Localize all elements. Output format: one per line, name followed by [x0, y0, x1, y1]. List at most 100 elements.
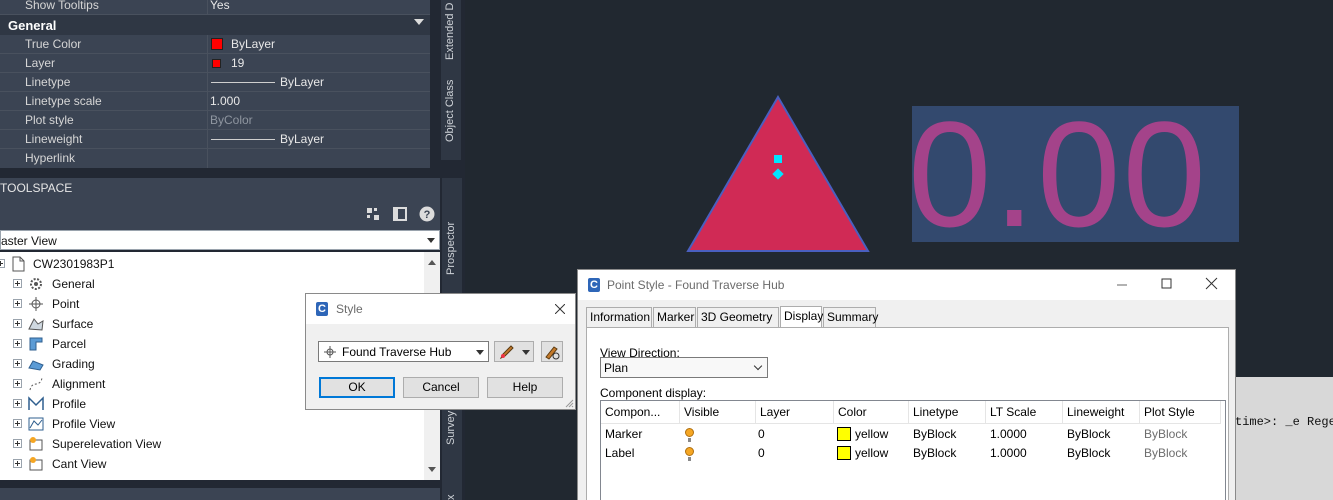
tab-label: Survey [445, 410, 457, 445]
expand-icon[interactable] [13, 359, 22, 368]
prop-row-hyperlink[interactable]: Hyperlink [0, 149, 430, 168]
expand-icon[interactable] [13, 319, 22, 328]
dialog-title-bar[interactable]: C Point Style - Found Traverse Hub [578, 270, 1235, 300]
cell-linetype[interactable]: ByBlock [909, 444, 956, 463]
close-icon[interactable] [1205, 277, 1219, 291]
column-header-lineweight[interactable]: Lineweight [1063, 401, 1140, 424]
cell-layer[interactable]: 0 [754, 425, 765, 444]
cell-linetype[interactable]: ByBlock [909, 425, 956, 444]
tree-item-superelevation-view[interactable]: Superelevation View [0, 434, 420, 454]
maximize-icon[interactable] [1160, 277, 1174, 291]
tab-label: Object Class [444, 79, 456, 142]
tab-information[interactable]: Information [586, 307, 652, 328]
color-swatch-icon[interactable] [837, 427, 851, 441]
prop-row-plot-style[interactable]: Plot style ByColor [0, 111, 430, 130]
column-header-plot-style[interactable]: Plot Style [1140, 401, 1221, 424]
prop-value: ByLayer [280, 132, 325, 146]
prop-row-linetype-scale[interactable]: Linetype scale 1.000 [0, 92, 430, 111]
toolspace-bottom-bar [0, 488, 440, 500]
pick-style-icon [545, 346, 560, 360]
list-view-icon[interactable] [393, 207, 407, 221]
help-button[interactable]: Help [487, 377, 563, 398]
cell-layer[interactable]: 0 [754, 444, 765, 463]
cancel-button[interactable]: Cancel [403, 377, 479, 398]
tab-object-class[interactable]: Object Class [441, 70, 461, 150]
cell-lineweight[interactable]: ByBlock [1063, 444, 1110, 463]
cell-color[interactable]: yellow [851, 425, 888, 444]
prop-value: 1.000 [210, 94, 241, 108]
toolspace-view-select[interactable]: aster View [0, 230, 440, 250]
prop-row-layer[interactable]: Layer 19 [0, 54, 430, 73]
display-tab-panel: View Direction: Plan Component display: … [586, 327, 1229, 500]
tree-item-cant-view[interactable]: Cant View [0, 454, 420, 474]
scroll-down-icon[interactable] [428, 467, 436, 472]
prop-row-true-color[interactable]: True Color ByLayer [0, 35, 430, 54]
linetype-line-icon [211, 82, 275, 83]
point-marker-triangle[interactable] [686, 95, 870, 253]
properties-side-tabs: Extended D Object Class [441, 0, 461, 160]
cell-color[interactable]: yellow [851, 444, 888, 463]
tree-item-profile-view[interactable]: Profile View [0, 414, 420, 434]
expand-icon[interactable] [13, 439, 22, 448]
expand-icon[interactable] [13, 419, 22, 428]
style-select[interactable]: Found Traverse Hub [318, 341, 489, 362]
close-icon[interactable] [555, 304, 565, 314]
expand-icon[interactable] [13, 279, 22, 288]
item-view-icon[interactable] [366, 207, 380, 221]
tab-summary[interactable]: Summary [823, 307, 878, 328]
prop-row-linetype[interactable]: Linetype ByLayer [0, 73, 430, 92]
expand-icon[interactable] [13, 339, 22, 348]
cell-plot-style[interactable]: ByBlock [1140, 425, 1187, 444]
chevron-down-icon[interactable] [414, 19, 424, 25]
cell-lt-scale[interactable]: 1.0000 [986, 425, 1027, 444]
expand-icon[interactable] [13, 299, 22, 308]
chevron-down-icon [476, 350, 484, 355]
help-icon[interactable]: ? [419, 206, 435, 222]
prop-row-show-tooltips[interactable]: Show Tooltips Yes [0, 0, 430, 15]
tab-extended-data[interactable]: Extended D [441, 0, 461, 62]
color-swatch-icon[interactable] [837, 446, 851, 460]
table-row[interactable]: Marker 0 yellow ByBlock 1.0000 ByBlock B… [601, 425, 1221, 444]
toolspace-title-bar[interactable]: TOOLSPACE [0, 178, 440, 198]
command-line[interactable]: time>: _e Regen [1235, 377, 1333, 500]
expand-icon[interactable] [13, 379, 22, 388]
scroll-up-icon[interactable] [428, 260, 436, 265]
cell-plot-style[interactable]: ByBlock [1140, 444, 1187, 463]
style-edit-dropdown-button[interactable] [494, 341, 534, 362]
prop-row-lineweight[interactable]: Lineweight ByLayer [0, 130, 430, 149]
tab-marker[interactable]: Marker [653, 307, 696, 328]
column-header-linetype[interactable]: Linetype [909, 401, 986, 424]
view-direction-select[interactable]: Plan [600, 357, 768, 378]
column-header-component[interactable]: Compon... [601, 401, 680, 424]
tree-item-general[interactable]: General [0, 274, 420, 294]
column-header-visible[interactable]: Visible [680, 401, 756, 424]
resize-grip-icon[interactable] [564, 398, 574, 408]
dialog-title-bar[interactable]: C Style [306, 294, 575, 324]
column-header-layer[interactable]: Layer [756, 401, 834, 424]
column-header-color[interactable]: Color [834, 401, 909, 424]
component-display-grid: Compon... Visible Layer Color Linetype L… [600, 400, 1226, 500]
grip-square[interactable] [774, 155, 782, 163]
column-header-lt-scale[interactable]: LT Scale [986, 401, 1063, 424]
toolspace-title: TOOLSPACE [0, 181, 73, 195]
visible-bulb-icon[interactable] [685, 428, 694, 442]
point-label-text[interactable]: 0.00 [908, 94, 1208, 254]
category-general[interactable]: General [0, 15, 430, 35]
cell-lineweight[interactable]: ByBlock [1063, 425, 1110, 444]
tab-prospector[interactable]: Prospector [442, 213, 462, 283]
expand-icon[interactable] [13, 459, 22, 468]
visible-bulb-icon[interactable] [685, 447, 694, 461]
close-icon[interactable]: x [442, 488, 462, 500]
minimize-icon[interactable] [1115, 278, 1129, 292]
expand-icon[interactable] [13, 399, 22, 408]
tree-root[interactable]: CW2301983P1 [0, 254, 420, 274]
select-value: Found Traverse Hub [342, 345, 452, 359]
ok-button[interactable]: OK [319, 377, 395, 398]
prop-key: Plot style [25, 113, 74, 127]
tab-3d-geometry[interactable]: 3D Geometry [697, 307, 779, 328]
tab-display[interactable]: Display [780, 306, 823, 329]
style-pick-button[interactable] [541, 341, 563, 362]
cell-lt-scale[interactable]: 1.0000 [986, 444, 1027, 463]
table-row[interactable]: Label 0 yellow ByBlock 1.0000 ByBlock By… [601, 444, 1221, 463]
collapse-icon[interactable] [0, 259, 5, 268]
